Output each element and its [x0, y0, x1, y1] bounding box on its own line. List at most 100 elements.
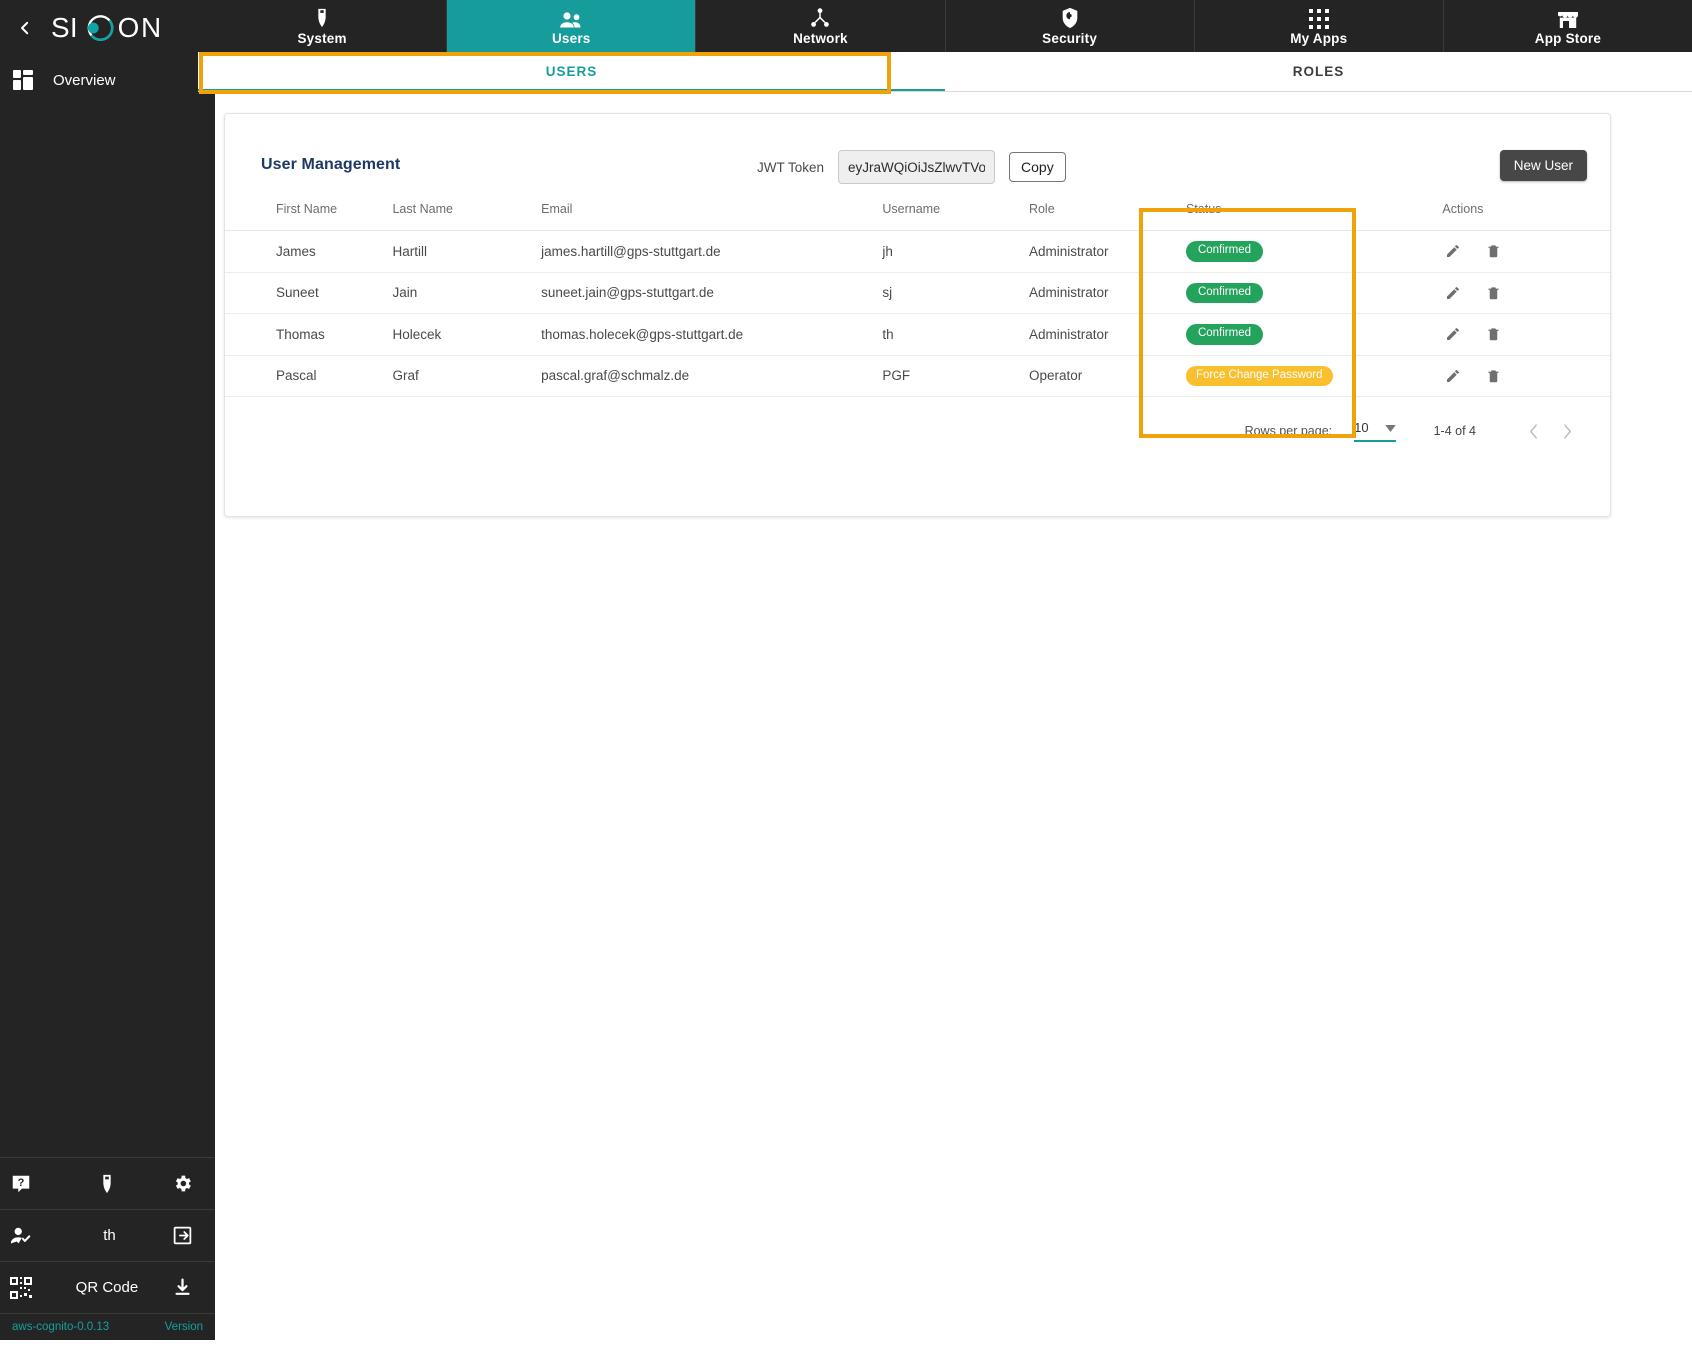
cell-actions: [1442, 314, 1610, 356]
tab-roles[interactable]: ROLES: [945, 52, 1692, 91]
user-management-card: User Management JWT Token Copy New User …: [224, 113, 1611, 517]
plug-icon: [312, 7, 332, 29]
table-row[interactable]: Suneet Jain suneet.jain@gps-stuttgart.de…: [225, 272, 1610, 314]
people-icon: [559, 7, 583, 29]
version-row: aws-cognito-0.0.13 Version: [0, 1314, 215, 1340]
cell-last-name: Holecek: [392, 314, 541, 356]
table-header-row: First Name Last Name Email Username Role…: [225, 202, 1610, 231]
download-button[interactable]: [143, 1262, 215, 1313]
column-header-role: Role: [1029, 202, 1186, 231]
user-check-icon: [10, 1225, 32, 1247]
cell-last-name: Hartill: [392, 231, 541, 273]
status-badge: Confirmed: [1186, 241, 1263, 262]
users-table-body: James Hartill james.hartill@gps-stuttgar…: [225, 231, 1610, 397]
version-label: Version: [165, 1321, 203, 1333]
cell-first-name: Pascal: [225, 355, 392, 397]
current-user-label: th: [72, 1210, 144, 1261]
svg-text:O: O: [118, 12, 141, 43]
qr-code-button[interactable]: [0, 1262, 72, 1313]
topnav-label: Users: [552, 31, 591, 46]
cell-email: pascal.graf@schmalz.de: [541, 355, 882, 397]
topnav-item-my-apps[interactable]: My Apps: [1195, 0, 1444, 52]
sidebar-header: S I O N: [0, 0, 215, 56]
delete-trash-icon[interactable]: [1482, 282, 1504, 304]
svg-text:I: I: [70, 12, 79, 43]
cell-last-name: Graf: [392, 355, 541, 397]
rows-per-page-label: Rows per page:: [1245, 424, 1333, 438]
qr-code-icon: [10, 1277, 32, 1299]
jwt-token-label: JWT Token: [757, 160, 824, 175]
rows-per-page-value: 10: [1354, 420, 1368, 435]
cell-email: suneet.jain@gps-stuttgart.de: [541, 272, 882, 314]
account-button[interactable]: [0, 1210, 72, 1261]
logout-icon: [172, 1225, 193, 1246]
tab-label: ROLES: [1293, 64, 1345, 79]
sidebar-collapse-button[interactable]: [12, 15, 38, 41]
cell-username: sj: [882, 272, 1029, 314]
page-title: User Management: [261, 156, 400, 174]
cell-email: james.hartill@gps-stuttgart.de: [541, 231, 882, 273]
version-package-label: aws-cognito-0.0.13: [12, 1321, 109, 1333]
delete-trash-icon[interactable]: [1482, 323, 1504, 345]
column-header-username: Username: [882, 202, 1029, 231]
tab-users[interactable]: USERS: [198, 52, 945, 91]
delete-trash-icon[interactable]: [1482, 240, 1504, 262]
jwt-token-input[interactable]: [838, 150, 995, 184]
cell-username: jh: [882, 231, 1029, 273]
edit-pencil-icon[interactable]: [1442, 365, 1464, 387]
help-button[interactable]: ?: [0, 1158, 72, 1209]
svg-text:S: S: [51, 12, 71, 43]
new-user-button[interactable]: New User: [1500, 150, 1587, 181]
app-root: S I O N: [0, 0, 1692, 1369]
cell-status: Force Change Password: [1186, 355, 1442, 397]
rows-per-page-select[interactable]: 10: [1354, 420, 1395, 442]
jwt-token-group: JWT Token Copy: [757, 150, 1066, 184]
svg-text:N: N: [141, 12, 162, 43]
sidebar-spacer: [0, 102, 215, 1157]
connector-button[interactable]: [72, 1158, 144, 1209]
sicon-logo-icon: S I O N: [48, 10, 198, 46]
status-badge: Confirmed: [1186, 283, 1263, 304]
users-table: First Name Last Name Email Username Role…: [225, 202, 1610, 397]
column-header-first-name: First Name: [225, 202, 392, 231]
cell-actions: [1442, 355, 1610, 397]
topnav-item-network[interactable]: Network: [696, 0, 945, 52]
topnav-label: Security: [1042, 31, 1097, 46]
cell-status: Confirmed: [1186, 314, 1442, 356]
logout-button[interactable]: [143, 1210, 215, 1261]
tab-label: USERS: [546, 64, 598, 79]
column-header-email: Email: [541, 202, 882, 231]
topnav-item-app-store[interactable]: App Store: [1444, 0, 1692, 52]
topnav-item-system[interactable]: System: [198, 0, 447, 52]
edit-pencil-icon[interactable]: [1442, 323, 1464, 345]
topnav-label: My Apps: [1290, 31, 1347, 46]
topnav-item-security[interactable]: Security: [946, 0, 1195, 52]
top-navigation: System Users: [198, 0, 1692, 52]
column-header-actions: Actions: [1442, 202, 1610, 231]
table-row[interactable]: Thomas Holecek thomas.holecek@gps-stuttg…: [225, 314, 1610, 356]
topnav-item-users[interactable]: Users: [447, 0, 696, 52]
table-row[interactable]: Pascal Graf pascal.graf@schmalz.de PGF O…: [225, 355, 1610, 397]
cell-last-name: Jain: [392, 272, 541, 314]
pagination-prev-button[interactable]: [1516, 416, 1550, 446]
cell-status: Confirmed: [1186, 272, 1442, 314]
delete-trash-icon[interactable]: [1482, 365, 1504, 387]
column-header-last-name: Last Name: [392, 202, 541, 231]
pagination-next-button[interactable]: [1550, 416, 1584, 446]
copy-button[interactable]: Copy: [1009, 152, 1066, 182]
store-icon: [1557, 7, 1579, 29]
svg-text:?: ?: [18, 1176, 25, 1188]
table-row[interactable]: James Hartill james.hartill@gps-stuttgar…: [225, 231, 1610, 273]
pagination: Rows per page: 10 1-4 of 4: [225, 397, 1610, 446]
sidebar-nav: Overview: [0, 56, 215, 102]
cell-first-name: Thomas: [225, 314, 392, 356]
sidebar-item-overview[interactable]: Overview: [0, 58, 215, 102]
edit-pencil-icon[interactable]: [1442, 282, 1464, 304]
topnav-label: Network: [793, 31, 848, 46]
settings-button[interactable]: [143, 1158, 215, 1209]
status-badge: Confirmed: [1186, 324, 1263, 345]
cell-first-name: Suneet: [225, 272, 392, 314]
cell-actions: [1442, 231, 1610, 273]
edit-pencil-icon[interactable]: [1442, 240, 1464, 262]
cell-first-name: James: [225, 231, 392, 273]
